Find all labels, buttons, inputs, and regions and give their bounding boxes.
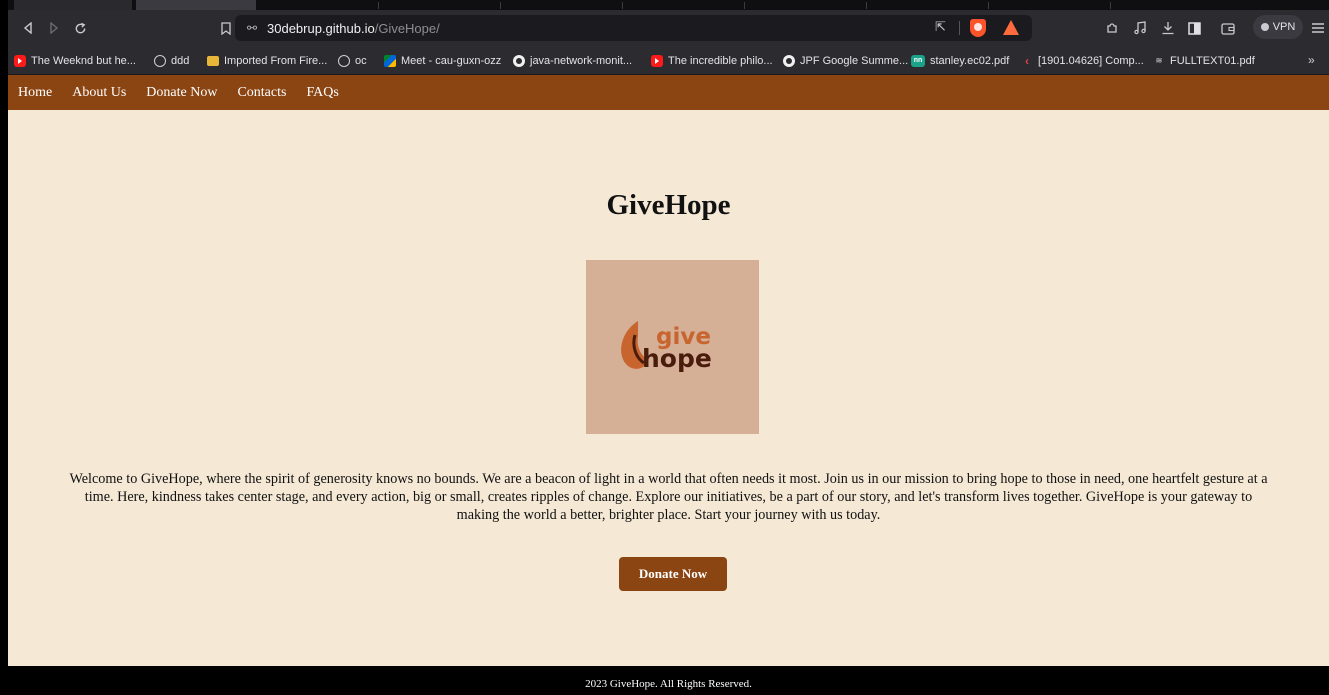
extensions-icon[interactable] — [1102, 18, 1122, 38]
google-meet-icon — [384, 54, 396, 67]
globe-icon — [154, 54, 166, 67]
browser-window: ⚯ 30debrup.github.io/GiveHope/ ⇱ VPN The… — [8, 0, 1329, 695]
bookmarks-bar: The Weeknd but he... ddd Imported From F… — [8, 46, 1329, 75]
bookmark-item[interactable]: ‹ [1901.04626] Comp... — [1021, 52, 1144, 69]
arxiv-icon: ‹ — [1025, 53, 1029, 68]
nav-home[interactable]: Home — [18, 85, 52, 101]
bookmark-label: oc — [355, 54, 367, 67]
bookmark-item[interactable]: JPF Google Summe... — [783, 52, 908, 69]
bookmark-item[interactable]: Imported From Fire... — [207, 52, 327, 69]
site-settings-icon[interactable]: ⚯ — [247, 21, 257, 35]
bookmark-label: The incredible philo... — [668, 54, 773, 67]
address-bar[interactable]: ⚯ 30debrup.github.io/GiveHope/ ⇱ — [235, 15, 1032, 41]
more-bookmarks-button[interactable]: » — [1308, 53, 1315, 67]
bookmark-label: JPF Google Summe... — [800, 54, 909, 67]
menu-icon[interactable] — [1308, 18, 1328, 38]
folder-icon — [207, 55, 219, 66]
bookmark-item[interactable]: The incredible philo... — [651, 52, 773, 69]
wallet-icon[interactable] — [1218, 18, 1238, 38]
intro-paragraph: Welcome to GiveHope, where the spirit of… — [69, 471, 1268, 523]
download-icon[interactable] — [1158, 18, 1178, 38]
logo-text-hope: hope — [642, 344, 712, 373]
url-host: 30debrup.github.io — [267, 21, 375, 36]
nav-faqs[interactable]: FAQs — [306, 85, 338, 101]
givehope-logo: give hope — [586, 260, 759, 434]
youtube-icon — [14, 54, 26, 67]
nav-about-us[interactable]: About Us — [72, 85, 126, 101]
media-icon[interactable] — [1130, 18, 1150, 38]
site-footer: 2023 GiveHope. All Rights Reserved. — [8, 666, 1329, 695]
bookmark-item[interactable]: nn stanley.ec02.pdf — [911, 52, 1009, 69]
bookmark-item[interactable]: ddd — [154, 52, 189, 69]
vpn-status-icon — [1260, 23, 1269, 31]
bookmark-label: stanley.ec02.pdf — [930, 54, 1010, 67]
bookmark-item[interactable]: Meet - cau-guxn-ozz — [384, 52, 501, 69]
share-icon[interactable]: ⇱ — [935, 19, 946, 35]
sidebar-icon[interactable] — [1184, 18, 1204, 38]
bookmark-label: [1901.04626] Comp... — [1038, 54, 1144, 67]
brave-shields-icon[interactable] — [970, 19, 986, 37]
bookmark-label: Meet - cau-guxn-ozz — [401, 54, 502, 67]
forward-icon[interactable] — [44, 18, 64, 38]
brave-rewards-icon[interactable] — [1003, 20, 1019, 35]
vpn-label: VPN — [1272, 21, 1296, 33]
active-tab[interactable] — [136, 0, 256, 10]
url-path: /GiveHope/ — [374, 21, 440, 36]
github-icon — [783, 54, 795, 67]
browser-toolbar: ⚯ 30debrup.github.io/GiveHope/ ⇱ VPN — [8, 10, 1329, 46]
vpn-button[interactable]: VPN — [1253, 15, 1303, 39]
donate-now-button[interactable]: Donate Now — [619, 557, 727, 591]
page-title: GiveHope — [606, 189, 731, 221]
bookmark-item[interactable]: java-network-monit... — [513, 52, 632, 69]
tab-strip[interactable] — [8, 0, 1329, 10]
bookmark-label: java-network-monit... — [530, 54, 633, 67]
bookmark-item[interactable]: The Weeknd but he... — [14, 52, 136, 69]
nn-icon: nn — [911, 54, 925, 67]
bookmark-icon[interactable] — [216, 18, 236, 38]
bookmark-item[interactable]: oc — [338, 52, 367, 69]
divider — [959, 21, 960, 35]
nav-contacts[interactable]: Contacts — [237, 85, 286, 101]
bookmark-label: ddd — [171, 54, 190, 67]
url-text[interactable]: 30debrup.github.io/GiveHope/ — [267, 21, 440, 36]
bookmark-label: The Weeknd but he... — [31, 54, 136, 67]
bookmark-item[interactable]: ≋ FULLTEXT01.pdf — [1153, 52, 1255, 69]
youtube-icon — [651, 54, 663, 67]
github-icon — [513, 54, 525, 67]
nav-donate-now[interactable]: Donate Now — [146, 85, 217, 101]
bookmark-label: Imported From Fire... — [224, 54, 328, 67]
web-page: Home About Us Donate Now Contacts FAQs G… — [8, 75, 1329, 695]
tab[interactable] — [14, 0, 132, 10]
bookmark-label: FULLTEXT01.pdf — [1170, 54, 1255, 67]
back-icon[interactable] — [18, 18, 38, 38]
pdf-icon: ≋ — [1155, 56, 1163, 65]
globe-icon — [338, 54, 350, 67]
site-nav: Home About Us Donate Now Contacts FAQs — [8, 75, 1329, 110]
reload-icon[interactable] — [70, 18, 90, 38]
copyright-text: 2023 GiveHope. All Rights Reserved. — [585, 677, 752, 690]
